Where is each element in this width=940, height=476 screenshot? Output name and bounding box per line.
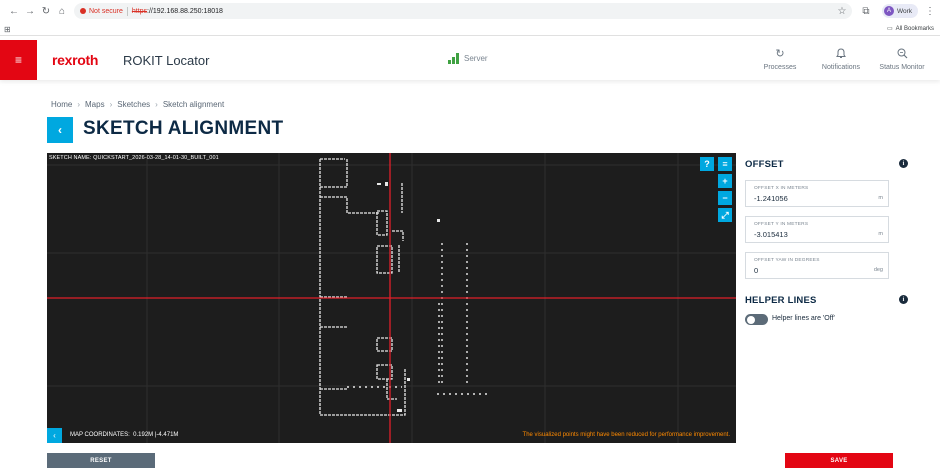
menu-button[interactable]: ≡ [0,40,37,80]
reload-icon[interactable]: ↻ [38,3,54,19]
map-drawing [47,153,736,443]
apps-grid-icon[interactable]: ⊞ [4,25,11,34]
back-arrow-icon[interactable]: ← [6,3,22,19]
fit-view-button[interactable]: ⤢ [718,208,732,222]
page-back-button[interactable]: ‹ [47,117,73,143]
reset-button[interactable]: RESET [47,453,155,468]
map-layers-button[interactable]: ≡ [718,157,732,171]
offset-info-icon[interactable]: i [899,159,908,168]
status-monitor-button[interactable]: Status Monitor [872,48,932,71]
map-panel-toggle-button[interactable]: ‹ [47,428,62,443]
offset-x-field[interactable]: OFFSET X IN METERS -1.241056 m [745,180,889,207]
breadcrumb: Home › Maps › Sketches › Sketch alignment [51,100,225,109]
app-name: ROKIT Locator [123,53,210,68]
home-icon[interactable]: ⌂ [54,3,70,19]
fit-icon: ⤢ [721,209,729,220]
url-host: ://192.168.88.250:18018 [147,7,223,15]
zoom-in-button[interactable]: + [718,174,732,188]
warning-icon [80,8,86,14]
chevron-left-icon: ‹ [53,431,56,440]
all-bookmarks-link[interactable]: ▭ All Bookmarks [886,25,934,33]
bookmarks-bar: ⊞ ▭ All Bookmarks [0,22,940,36]
breadcrumb-home[interactable]: Home [51,100,72,109]
zoom-out-button[interactable]: − [718,191,732,205]
breadcrumb-maps[interactable]: Maps [85,100,105,109]
avatar: A [884,6,894,16]
signal-bars-icon [448,53,459,64]
bookmark-star-icon[interactable]: ☆ [834,3,850,19]
zoom-out-icon: − [722,193,728,203]
page-title: SKETCH ALIGNMENT [83,118,284,139]
map-coordinates: MAP COORDINATES: 0.192M |-4.471M [70,432,179,438]
zoom-in-icon: + [722,176,728,186]
profile-chip[interactable]: A Work [882,4,919,18]
bell-icon [836,48,846,60]
notifications-button[interactable]: Notifications [811,48,871,71]
processes-button[interactable]: ↻ Processes [750,48,810,71]
forward-arrow-icon[interactable]: → [22,3,38,19]
layers-icon: ≡ [722,159,728,169]
toggle-knob [747,315,755,324]
extensions-icon[interactable]: ⧉ [858,3,874,19]
brand-logo: rexroth [52,52,99,68]
map-canvas[interactable]: SKETCH NAME: QUICKSTART_2026-03-28_14-01… [47,153,736,443]
map-help-button[interactable]: ? [700,157,714,171]
not-secure-badge[interactable]: Not secure [80,8,123,15]
helper-lines-toggle[interactable] [745,314,768,325]
browser-toolbar: ← → ↻ ⌂ Not secure https://192.168.88.25… [0,0,940,22]
offset-x-value[interactable]: -1.241056 [754,194,788,203]
offset-yaw-value[interactable]: 0 [754,266,758,275]
helper-lines-info-icon[interactable]: i [899,295,908,304]
status-search-icon [897,48,908,60]
save-button[interactable]: SAVE [785,453,893,468]
folder-icon: ▭ [886,26,893,32]
breadcrumb-sketches[interactable]: Sketches [117,100,150,109]
address-bar[interactable]: Not secure https://192.168.88.250:18018 [74,3,852,19]
server-status[interactable]: Server [448,53,488,64]
offset-yaw-field[interactable]: OFFSET YAW IN DEGREES 0 deg [745,252,889,279]
performance-note: The visualized points might have been re… [522,432,730,438]
hamburger-icon: ≡ [14,53,22,67]
sketch-name-label: SKETCH NAME: QUICKSTART_2026-03-28_14-01… [49,155,219,161]
breadcrumb-current: Sketch alignment [162,100,225,109]
help-icon: ? [704,159,710,169]
url-protocol: https [131,7,148,15]
app-header: ≡ rexroth ROKIT Locator Server ↻ Process… [0,40,940,80]
refresh-icon: ↻ [775,48,785,60]
chevron-left-icon: ‹ [58,123,62,137]
helper-lines-title: HELPER LINES [745,295,817,306]
helper-lines-label: Helper lines are 'Off' [772,315,835,322]
coord-x: 0.192M [133,432,154,438]
browser-menu-icon[interactable]: ⋮ [922,3,938,19]
offset-y-value[interactable]: -3.015413 [754,230,788,239]
coord-y: -4.471M [156,432,179,438]
offset-y-field[interactable]: OFFSET Y IN METERS -3.015413 m [745,216,889,243]
offset-title: OFFSET [745,159,784,170]
